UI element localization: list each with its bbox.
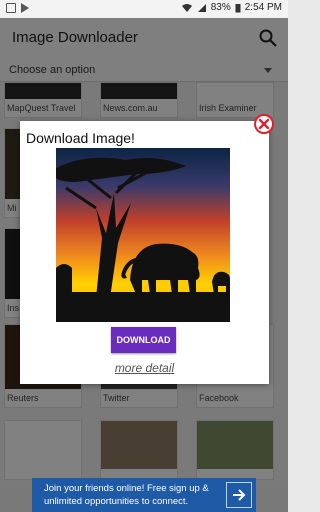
close-button[interactable] <box>254 114 274 134</box>
ad-banner[interactable]: Join your friends online! Free sign up &… <box>32 478 256 512</box>
preview-image <box>56 148 230 322</box>
status-bar: 83% 2:54 PM <box>0 0 288 18</box>
battery-icon <box>235 3 241 12</box>
arrow-right-icon <box>226 482 252 508</box>
download-button[interactable]: DOWNLOAD <box>111 327 176 353</box>
signal-icon <box>197 3 206 12</box>
close-icon <box>258 118 270 130</box>
ad-text: Join your friends online! Free sign up &… <box>44 483 209 507</box>
battery-percentage: 83% <box>210 2 231 13</box>
wifi-icon <box>181 3 192 12</box>
download-dialog: Download Image! DOWNLOAD more detail <box>20 121 269 384</box>
notification-play-icon <box>21 3 29 13</box>
notification-image-icon <box>6 3 16 13</box>
clock: 2:54 PM <box>244 2 282 13</box>
dialog-title: Download Image! <box>26 130 135 146</box>
more-detail-link[interactable]: more detail <box>20 361 269 375</box>
